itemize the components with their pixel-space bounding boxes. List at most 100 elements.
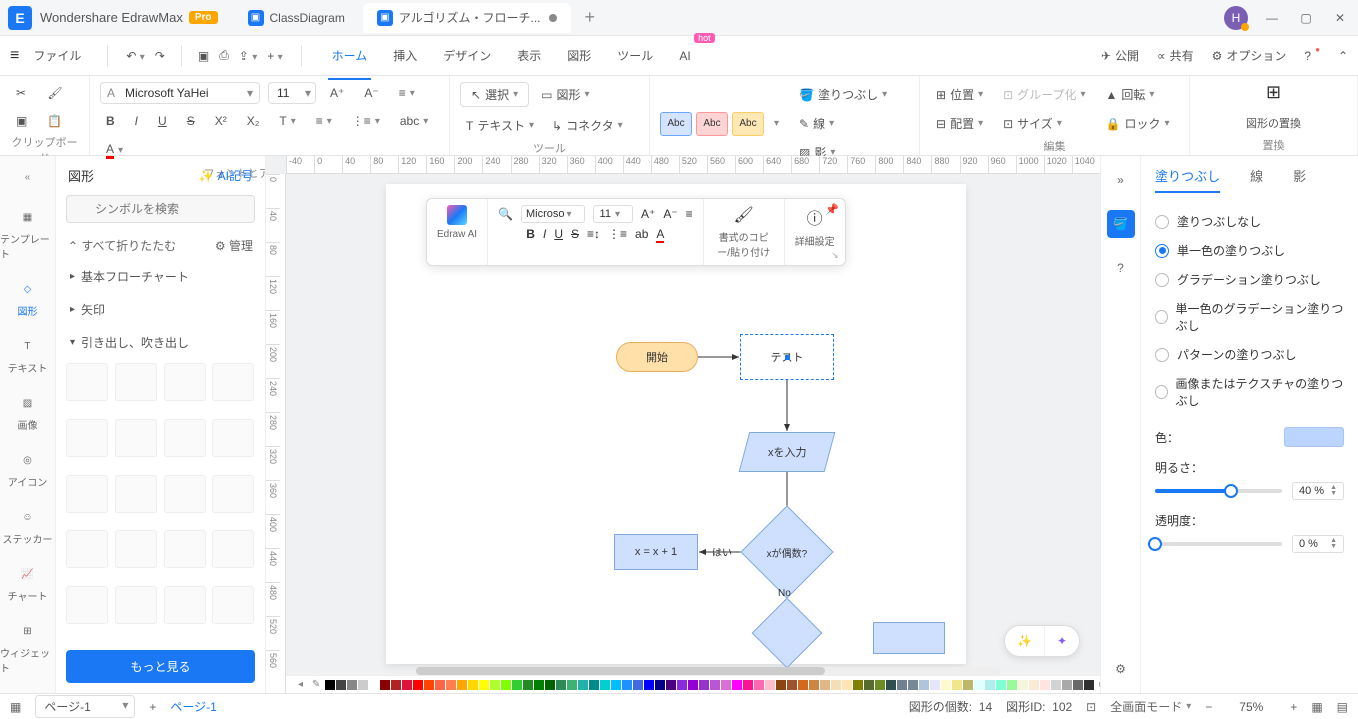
palette-color[interactable] [479, 680, 489, 690]
hamburger-icon[interactable]: ≡ [10, 47, 19, 65]
palette-color[interactable] [1062, 680, 1072, 690]
shape-thumb[interactable] [212, 475, 254, 513]
ai-sparkle-button[interactable]: ✨ [1005, 626, 1045, 656]
palette-color[interactable] [446, 680, 456, 690]
add-page-button[interactable]: + [149, 700, 156, 714]
tab-ai[interactable]: AI hot [675, 41, 694, 71]
fill-option-solid-gradient[interactable]: 単一色のグラデーション塗りつぶし [1155, 294, 1344, 340]
shape-thumb[interactable] [66, 363, 108, 401]
mini-decrease-font[interactable]: A⁻ [663, 207, 677, 221]
sidebar-item-icon[interactable]: ◎アイコン [8, 450, 48, 489]
text-tool-button[interactable]: T テキスト ▾ [460, 113, 540, 138]
zoom-out-button[interactable]: − [1205, 700, 1212, 714]
palette-color[interactable] [732, 680, 742, 690]
line-spacing-button[interactable]: ≡ ▾ [310, 110, 338, 132]
sidebar-item-chart[interactable]: 📈チャート [8, 564, 48, 603]
palette-color[interactable] [1029, 680, 1039, 690]
flowchart-start-node[interactable]: 開始 [616, 342, 698, 372]
eyedropper-icon[interactable]: ✎ [308, 679, 324, 690]
prop-tab-shadow[interactable]: 影 [1293, 166, 1306, 193]
shape-thumb[interactable] [115, 363, 157, 401]
style-preset-1[interactable]: Abc [660, 112, 692, 136]
prop-tab-line[interactable]: 線 [1250, 166, 1263, 193]
strikethrough-button[interactable]: S [181, 110, 201, 132]
ruler-toggle[interactable]: ▦ [1311, 700, 1322, 714]
tab-display[interactable]: 表示 [513, 39, 545, 72]
palette-color[interactable] [809, 680, 819, 690]
style-preset-3[interactable]: Abc [732, 112, 764, 136]
palette-color[interactable] [985, 680, 995, 690]
sidebar-item-image[interactable]: ▨画像 [18, 393, 38, 432]
mini-bold[interactable]: B [526, 227, 535, 241]
fill-option-gradient[interactable]: グラデーション塗りつぶし [1155, 265, 1344, 294]
canvas-area[interactable]: -400408012016020024028032036040044048052… [266, 156, 1100, 693]
shape-thumb[interactable] [115, 530, 157, 568]
shape-thumb[interactable] [164, 586, 206, 624]
palette-color[interactable] [611, 680, 621, 690]
palette-color[interactable] [490, 680, 500, 690]
sidebar-item-template[interactable]: ▦テンプレート [0, 207, 55, 261]
tab-design[interactable]: デザイン [439, 39, 495, 72]
cut-button[interactable]: ✂ [10, 82, 33, 104]
underline-button[interactable]: U [152, 110, 173, 132]
fill-option-pattern[interactable]: パターンの塗りつぶし [1155, 340, 1344, 369]
options-button[interactable]: ⚙オプション [1212, 47, 1287, 64]
distribute-button[interactable]: ⊟ 配置 ▾ [930, 111, 989, 136]
shape-search-input[interactable] [66, 195, 255, 223]
save-button[interactable]: ▣ [198, 49, 209, 63]
category-callout[interactable]: 引き出し、吹き出し [56, 326, 265, 359]
increase-font-button[interactable]: A⁺ [324, 82, 350, 104]
palette-color[interactable] [1051, 680, 1061, 690]
palette-color[interactable] [523, 680, 533, 690]
user-avatar[interactable]: H [1224, 6, 1248, 30]
mini-underline[interactable]: U [554, 227, 563, 241]
palette-color[interactable] [963, 680, 973, 690]
mini-strike[interactable]: S [571, 227, 579, 241]
palette-color[interactable] [435, 680, 445, 690]
tab-algorithm[interactable]: ▣ アルゴリズム・フローチ... [363, 3, 571, 33]
fill-option-none[interactable]: 塗りつぶしなし [1155, 207, 1344, 236]
decrease-font-button[interactable]: A⁻ [358, 82, 384, 104]
palette-next[interactable]: ▸ [1095, 679, 1100, 690]
help-panel-button[interactable]: ? [1107, 254, 1135, 282]
mini-spacing[interactable]: ≡↕ [587, 227, 600, 241]
palette-color[interactable] [798, 680, 808, 690]
more-qat-button[interactable]: + ▾ [267, 49, 282, 63]
horizontal-scrollbar[interactable] [416, 667, 1000, 675]
redo-button[interactable]: ↷ [155, 49, 165, 63]
tab-insert[interactable]: 挿入 [389, 39, 421, 72]
manage-button[interactable]: ⚙ 管理 [215, 237, 253, 254]
palette-color[interactable] [666, 680, 676, 690]
palette-color[interactable] [897, 680, 907, 690]
palette-color[interactable] [556, 680, 566, 690]
palette-color[interactable] [578, 680, 588, 690]
opacity-input[interactable]: 0 %▲▼ [1292, 535, 1344, 553]
undo-button[interactable]: ↶ ▾ [126, 49, 144, 63]
mini-case[interactable]: ab [635, 227, 648, 241]
palette-color[interactable] [413, 680, 423, 690]
pin-button[interactable]: 📌 [825, 203, 839, 216]
palette-color[interactable] [853, 680, 863, 690]
page-layout-button[interactable]: ▦ [10, 700, 21, 714]
palette-color[interactable] [545, 680, 555, 690]
sidebar-item-shapes[interactable]: ◇図形 [18, 279, 38, 318]
palette-color[interactable] [1073, 680, 1083, 690]
italic-button[interactable]: I [129, 110, 144, 132]
fill-button[interactable]: 🪣 塗りつぶし ▾ [793, 82, 893, 107]
style-preset-2[interactable]: Abc [696, 112, 728, 136]
current-page-tab[interactable]: ページ-1 [170, 698, 216, 715]
zoom-value[interactable]: 75% [1226, 700, 1276, 714]
fill-option-image[interactable]: 画像またはテクスチャの塗りつぶし [1155, 369, 1344, 415]
palette-color[interactable] [930, 680, 940, 690]
select-tool-button[interactable]: ↖ 選択 ▾ [460, 82, 529, 107]
shape-search-field[interactable] [95, 202, 246, 216]
position-button[interactable]: ⊞ 位置 ▾ [930, 82, 989, 107]
fill-panel-button[interactable]: 🪣 [1107, 210, 1135, 238]
palette-color[interactable] [468, 680, 478, 690]
fill-color-swatch[interactable] [1284, 427, 1344, 447]
copy-format-button[interactable]: 書式のコピー/貼り付け [714, 229, 774, 259]
lock-button[interactable]: 🔒 ロック ▾ [1099, 111, 1175, 136]
fill-option-solid[interactable]: 単一色の塗りつぶし [1155, 236, 1344, 265]
more-shapes-button[interactable]: もっと見る [66, 650, 255, 683]
prop-tab-fill[interactable]: 塗りつぶし [1155, 166, 1220, 193]
